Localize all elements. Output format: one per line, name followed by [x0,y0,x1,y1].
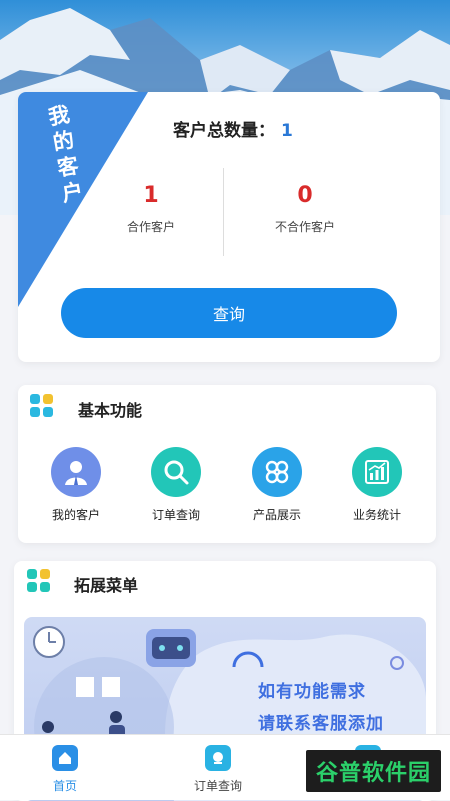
grid-icon [30,394,54,418]
watermark-logo: 谷普软件园 [306,750,441,792]
banner-line-1: 如有功能需求 [258,682,366,702]
customer-total-value: 1 [281,121,293,141]
cooperating-count: 1 [143,183,159,208]
func-label: 我的客户 [51,508,100,522]
search-icon [151,447,201,497]
order-icon [205,745,231,771]
query-button[interactable]: 查询 [61,288,397,338]
cooperating-stat[interactable]: 1 合作客户 [86,182,216,235]
chart-icon [352,447,402,497]
func-product-display[interactable]: 产品展示 [235,447,319,523]
func-label: 业务统计 [352,508,401,522]
watermark-text: 谷普软件园 [315,761,431,786]
non-cooperating-label: 不合作客户 [274,220,335,234]
non-cooperating-stat[interactable]: 0 不合作客户 [240,182,370,235]
customer-summary-card: 我的客户 客户总数量： 1 1 合作客户 0 不合作客户 查询 [18,92,440,362]
stat-divider [223,168,224,256]
customer-total: 客户总数量： 1 [173,116,293,141]
cooperating-label: 合作客户 [126,220,175,234]
func-my-customers[interactable]: 我的客户 [34,447,118,523]
non-cooperating-count: 0 [297,183,313,208]
tab-label: 订单查询 [193,779,242,793]
func-order-query[interactable]: 订单查询 [134,447,218,523]
func-label: 产品展示 [252,508,301,522]
basic-functions-section: 基本功能 我的客户 订单查询 产品展示 业务统计 [18,385,436,543]
func-label: 订单查询 [151,508,200,522]
basic-functions-title: 基本功能 [78,401,143,420]
banner-line-2: 请联系客服添加 [258,714,384,734]
clover-icon [252,447,302,497]
user-icon [51,447,101,497]
extended-menu-title: 拓展菜单 [74,576,139,595]
grid-icon [27,569,51,593]
func-business-stats[interactable]: 业务统计 [335,447,419,523]
customer-total-label: 客户总数量： [173,121,275,141]
tab-home[interactable]: 首页 [20,745,110,794]
home-icon [52,745,78,771]
tab-order-query[interactable]: 订单查询 [173,745,263,794]
tab-label: 首页 [52,779,77,793]
